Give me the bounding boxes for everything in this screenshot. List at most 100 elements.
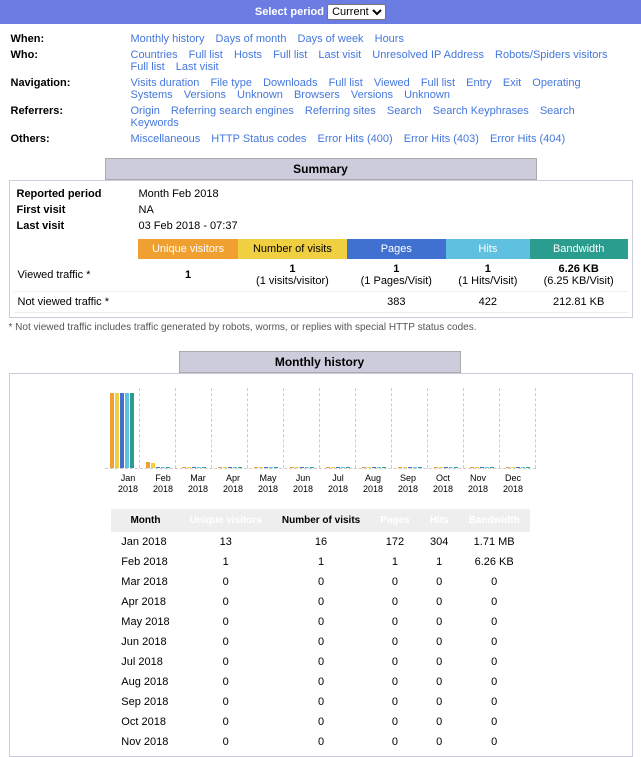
chart-bar (434, 467, 438, 468)
monthly-chart: Jan2018Feb2018Mar2018Apr2018May2018Jun20… (14, 378, 628, 499)
chart-bar (485, 467, 489, 468)
filter-link[interactable]: Full list (273, 49, 307, 61)
chart-label: Jul2018 (321, 471, 356, 495)
filter-link[interactable]: Hosts (234, 49, 262, 61)
filter-link[interactable]: Browsers (294, 89, 340, 101)
filter-link[interactable]: Error Hits (404) (490, 133, 565, 145)
col-bandwidth: Bandwidth (459, 509, 530, 532)
filter-link[interactable]: HTTP Status codes (211, 133, 306, 145)
table-row: Mar 201800000 (111, 572, 529, 592)
chart-label: Apr2018 (216, 471, 251, 495)
filter-link[interactable]: Origin (131, 105, 160, 117)
filter-link[interactable]: Search Keyphrases (433, 105, 529, 117)
others-links: Miscellaneous HTTP Status codes Error Hi… (131, 132, 631, 146)
filter-link[interactable]: Entry (466, 77, 492, 89)
col-pages: Pages (347, 239, 446, 259)
col-number-visits: Number of visits (238, 239, 347, 259)
filter-link[interactable]: File type (210, 77, 252, 89)
chart-bar (130, 393, 134, 468)
filter-link[interactable]: Robots/Spiders visitors (495, 49, 608, 61)
col-unique-visitors: Unique visitors (180, 509, 272, 532)
chart-label: Feb2018 (146, 471, 181, 495)
who-label: Who: (11, 48, 129, 74)
period-label: Select period (255, 6, 324, 18)
table-row: Viewed traffic * 1 1(1 visits/visitor) 1… (14, 259, 628, 292)
chart-bar (305, 467, 309, 468)
filter-link[interactable]: Last visit (176, 61, 219, 73)
filter-link[interactable]: Unknown (404, 89, 450, 101)
chart-bar (182, 467, 186, 468)
summary-metrics: Unique visitors Number of visits Pages H… (14, 239, 628, 313)
chart-bar (341, 467, 345, 468)
filter-link[interactable]: Versions (184, 89, 226, 101)
filter-link[interactable]: Full list (189, 49, 223, 61)
table-row: Oct 201800000 (111, 712, 529, 732)
filter-link[interactable]: Full list (131, 61, 165, 73)
filter-link[interactable]: Countries (131, 49, 178, 61)
chart-bar (151, 463, 155, 468)
filter-link[interactable]: Viewed (374, 77, 410, 89)
filter-link[interactable]: Visits duration (131, 77, 200, 89)
col-hits: Hits (446, 239, 530, 259)
summary-footnote: * Not viewed traffic includes traffic ge… (9, 322, 633, 333)
filters-table: When:Monthly history Days of month Days … (9, 30, 633, 148)
navigation-label: Navigation: (11, 76, 129, 102)
last-visit: 03 Feb 2018 - 07:37 (138, 219, 626, 233)
chart-bar (197, 467, 201, 468)
chart-bar (444, 467, 448, 468)
chart-bar (490, 467, 494, 468)
table-row: Nov 201800000 (111, 732, 529, 752)
chart-bar (125, 393, 129, 468)
chart-label: Nov2018 (461, 471, 496, 495)
chart-bar (449, 467, 453, 468)
filter-link[interactable]: Days of month (216, 33, 287, 45)
filter-link[interactable]: Error Hits (403) (404, 133, 479, 145)
filter-link[interactable]: Error Hits (400) (318, 133, 393, 145)
chart-bar (454, 467, 458, 468)
chart-bar (367, 467, 371, 468)
filter-link[interactable]: Referring search engines (171, 105, 294, 117)
chart-bar (403, 467, 407, 468)
filter-link[interactable]: Full list (421, 77, 455, 89)
last-visit-label: Last visit (16, 219, 136, 233)
chart-bar (346, 467, 350, 468)
table-row: May 201800000 (111, 612, 529, 632)
summary-title: Summary (105, 158, 537, 180)
chart-bar (238, 467, 242, 468)
chart-bar (259, 467, 263, 468)
chart-bar (295, 467, 299, 468)
filter-link[interactable]: Last visit (318, 49, 361, 61)
monthly-panel: Jan2018Feb2018Mar2018Apr2018May2018Jun20… (9, 373, 633, 757)
viewed-label: Viewed traffic * (14, 259, 138, 292)
reported-period-label: Reported period (16, 187, 136, 201)
filter-link[interactable]: Versions (351, 89, 393, 101)
chart-bar (398, 467, 402, 468)
chart-bar (418, 467, 422, 468)
chart-bar (218, 467, 222, 468)
filter-link[interactable]: Days of week (298, 33, 364, 45)
filter-link[interactable]: Monthly history (131, 33, 205, 45)
chart-bar (408, 467, 412, 468)
chart-bar (331, 467, 335, 468)
filter-link[interactable]: Unresolved IP Address (372, 49, 484, 61)
filter-link[interactable]: Exit (503, 77, 521, 89)
chart-bar (115, 393, 119, 468)
filter-link[interactable]: Search (387, 105, 422, 117)
filter-link[interactable]: Unknown (237, 89, 283, 101)
period-bar: Select period Current (0, 0, 641, 24)
filter-link[interactable]: Downloads (263, 77, 317, 89)
filter-link[interactable]: Referring sites (305, 105, 376, 117)
col-pages: Pages (370, 509, 419, 532)
table-row: Aug 201800000 (111, 672, 529, 692)
period-select[interactable]: Current (327, 4, 386, 20)
filter-link[interactable]: Miscellaneous (131, 133, 201, 145)
filter-link[interactable]: Hours (375, 33, 404, 45)
chart-bar (110, 393, 114, 468)
chart-bar (192, 467, 196, 468)
navigation-links: Visits duration File type Downloads Full… (131, 76, 631, 102)
chart-label: Jun2018 (286, 471, 321, 495)
others-label: Others: (11, 132, 129, 146)
chart-bar (475, 467, 479, 468)
reported-period: Month Feb 2018 (138, 187, 626, 201)
filter-link[interactable]: Full list (329, 77, 363, 89)
